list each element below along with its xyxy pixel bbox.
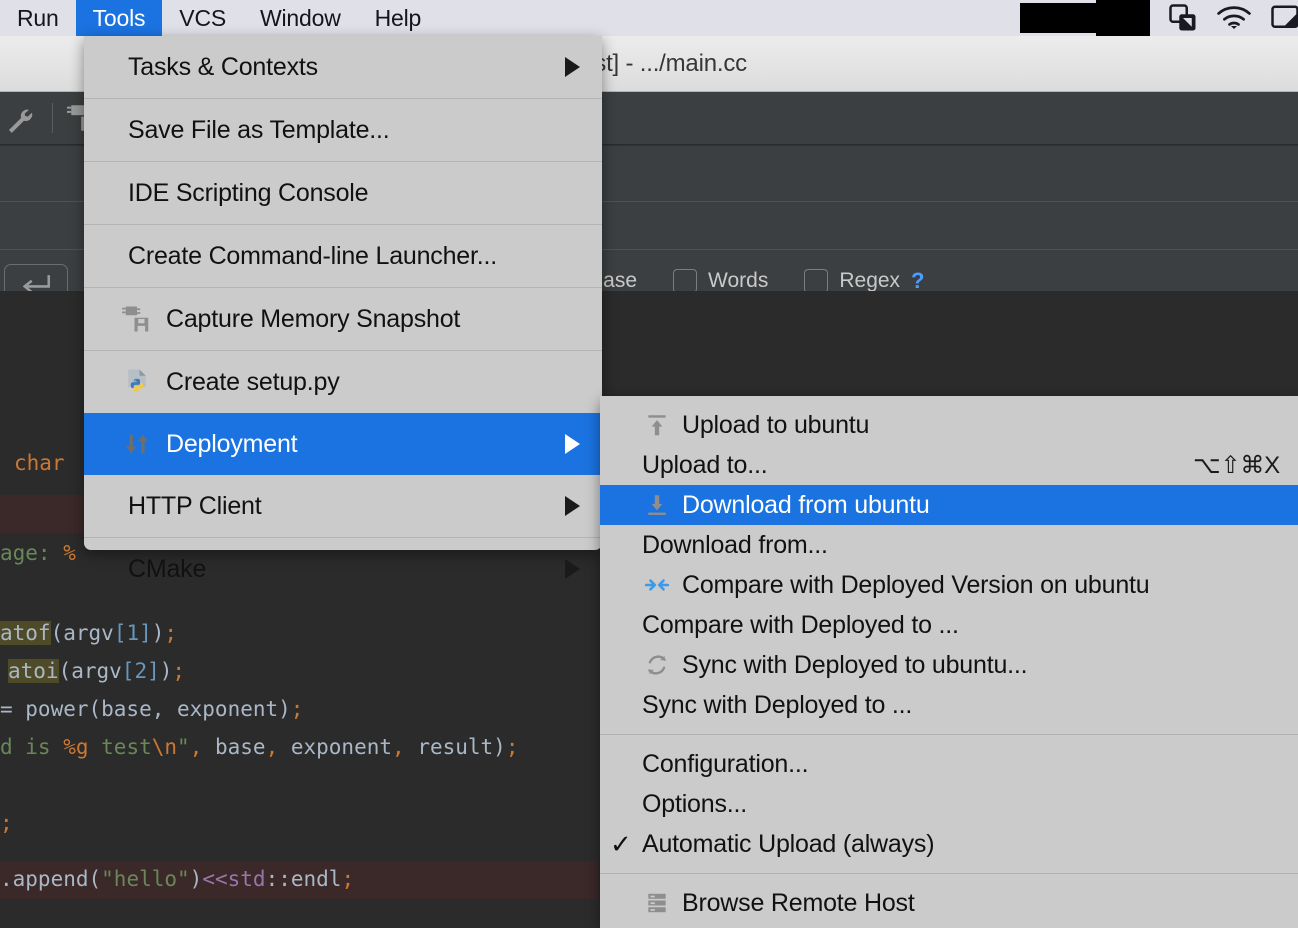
- menu-item-cmake-label: CMake: [128, 555, 206, 584]
- submenu-item-configuration[interactable]: Configuration...: [600, 744, 1298, 784]
- download-icon: [642, 490, 672, 520]
- sync-icon: [642, 650, 672, 680]
- deployment-submenu: Upload to ubuntu Upload to... ⌥⇧⌘X Downl…: [600, 396, 1298, 928]
- status-icons: [1020, 0, 1298, 36]
- submenu-item-automatic-upload[interactable]: ✓ Automatic Upload (always): [600, 824, 1298, 864]
- submenu-item-upload-to[interactable]: Upload to... ⌥⇧⌘X: [600, 445, 1298, 485]
- submenu-group-gap: [600, 874, 1298, 883]
- menu-item-capture-memory-snapshot[interactable]: Capture Memory Snapshot: [84, 288, 602, 350]
- submenu-group-gap: [600, 864, 1298, 873]
- submenu-item-configuration-label: Configuration...: [642, 750, 808, 779]
- chevron-right-icon: [565, 434, 580, 454]
- menu-item-http-client[interactable]: HTTP Client: [84, 475, 602, 537]
- option-regex-label: Regex: [839, 269, 900, 293]
- submenu-item-compare-with-deployed-version-on-ubuntu-label: Compare with Deployed Version on ubuntu: [682, 571, 1150, 600]
- submenu-item-download-from-ubuntu-label: Download from ubuntu: [682, 491, 930, 520]
- menu-bar-item-help[interactable]: Help: [358, 0, 439, 36]
- menu-bar-item-vcs-label: VCS: [179, 5, 226, 32]
- screen-mirroring-icon[interactable]: [1168, 3, 1198, 33]
- menu-item-ide-scripting-console[interactable]: IDE Scripting Console: [84, 162, 602, 224]
- code-line-printf: d is %g test\n", base, exponent, result)…: [0, 735, 518, 759]
- deployment-icon: [122, 429, 152, 459]
- submenu-item-options[interactable]: Options...: [600, 784, 1298, 824]
- chevron-right-icon: [565, 496, 580, 516]
- compare-icon: [642, 570, 672, 600]
- python-file-icon: [122, 367, 152, 397]
- submenu-item-browse-remote-host[interactable]: Browse Remote Host: [600, 883, 1298, 923]
- menu-item-cmake[interactable]: CMake: [84, 538, 602, 600]
- remote-host-icon: [642, 888, 672, 918]
- submenu-item-compare-with-deployed-to[interactable]: Compare with Deployed to ...: [600, 605, 1298, 645]
- submenu-item-browse-remote-host-label: Browse Remote Host: [682, 889, 915, 918]
- chevron-right-icon: [565, 559, 580, 579]
- submenu-item-compare-with-deployed-version-on-ubuntu[interactable]: Compare with Deployed Version on ubuntu: [600, 565, 1298, 605]
- menu-bar-item-window-label: Window: [260, 5, 341, 32]
- redaction-box: [1020, 3, 1096, 33]
- submenu-item-sync-with-deployed-to-ubuntu[interactable]: Sync with Deployed to ubuntu...: [600, 645, 1298, 685]
- submenu-item-upload-to-ubuntu-label: Upload to ubuntu: [682, 411, 869, 440]
- menu-item-create-command-line-launcher-label: Create Command-line Launcher...: [128, 242, 497, 271]
- checkbox-words[interactable]: [673, 269, 697, 293]
- submenu-item-sync-with-deployed-to[interactable]: Sync with Deployed to ...: [600, 685, 1298, 725]
- submenu-group-gap: [600, 725, 1298, 734]
- menu-item-tasks-and-contexts[interactable]: Tasks & Contexts: [84, 36, 602, 98]
- upload-icon: [642, 410, 672, 440]
- submenu-item-download-from-label: Download from...: [642, 531, 828, 560]
- code-line-append: .append("hello")<<std::endl;: [0, 867, 354, 891]
- wifi-icon[interactable]: [1216, 4, 1252, 32]
- submenu-item-compare-with-deployed-to-label: Compare with Deployed to ...: [642, 611, 959, 640]
- menu-item-capture-memory-snapshot-label: Capture Memory Snapshot: [166, 305, 460, 334]
- menu-bar-item-run[interactable]: Run: [0, 0, 76, 36]
- menu-bar-item-run-label: Run: [17, 5, 59, 32]
- submenu-item-upload-to-label: Upload to...: [642, 451, 767, 480]
- submenu-group-gap: [600, 735, 1298, 744]
- code-line-atof: atof(argv[1]);: [0, 621, 177, 645]
- menu-bar-item-window[interactable]: Window: [243, 0, 358, 36]
- submenu-item-automatic-upload-label: Automatic Upload (always): [642, 830, 934, 859]
- menu-bar: Run Tools VCS Window Help: [0, 0, 1298, 36]
- menu-bar-item-tools-label: Tools: [93, 5, 146, 32]
- redaction-box-2: [1096, 0, 1150, 36]
- submenu-item-options-label: Options...: [642, 790, 747, 819]
- menu-item-create-setup-py-label: Create setup.py: [166, 368, 340, 397]
- screen: s/Test] - .../main.cc: [0, 0, 1298, 928]
- menu-item-http-client-label: HTTP Client: [128, 492, 261, 521]
- menu-item-save-file-as-template-label: Save File as Template...: [128, 116, 390, 145]
- menu-item-create-command-line-launcher[interactable]: Create Command-line Launcher...: [84, 225, 602, 287]
- option-words-label: Words: [708, 269, 768, 293]
- display-icon[interactable]: [1270, 3, 1298, 33]
- menu-bar-items: Run Tools VCS Window Help: [0, 0, 438, 36]
- menu-item-save-file-as-template[interactable]: Save File as Template...: [84, 99, 602, 161]
- chevron-right-icon: [565, 57, 580, 77]
- menu-item-deployment[interactable]: Deployment: [84, 413, 602, 475]
- code-line-usage: age: %: [0, 541, 76, 565]
- submenu-item-download-from[interactable]: Download from...: [600, 525, 1298, 565]
- menu-bar-item-vcs[interactable]: VCS: [162, 0, 243, 36]
- checkbox-regex[interactable]: [804, 269, 828, 293]
- submenu-top-padding: [600, 396, 1298, 405]
- menu-item-create-setup-py[interactable]: Create setup.py: [84, 351, 602, 413]
- submenu-item-upload-to-ubuntu[interactable]: Upload to ubuntu: [600, 405, 1298, 445]
- submenu-item-sync-with-deployed-to-ubuntu-label: Sync with Deployed to ubuntu...: [682, 651, 1027, 680]
- menu-item-ide-scripting-console-label: IDE Scripting Console: [128, 179, 368, 208]
- code-line-char: char: [14, 451, 65, 475]
- menu-bar-item-help-label: Help: [375, 5, 422, 32]
- code-line-semicolon: ;: [0, 811, 13, 835]
- menu-bar-item-tools[interactable]: Tools: [76, 0, 163, 36]
- submenu-item-sync-with-deployed-to-label: Sync with Deployed to ...: [642, 691, 912, 720]
- wrench-icon[interactable]: [4, 101, 38, 135]
- tools-dropdown-menu: Tasks & Contexts Save File as Template..…: [84, 36, 602, 550]
- memory-snapshot-icon: [122, 304, 152, 334]
- toolbar-divider: [52, 103, 53, 133]
- code-line-power: = power(base, exponent);: [0, 697, 303, 721]
- checkmark-icon: ✓: [610, 829, 632, 860]
- option-words[interactable]: Words: [673, 269, 768, 293]
- menu-item-tasks-and-contexts-label: Tasks & Contexts: [128, 53, 318, 82]
- code-line-atoi: atoi(argv[2]);: [8, 659, 185, 683]
- submenu-item-upload-to-shortcut: ⌥⇧⌘X: [1193, 451, 1280, 480]
- menu-item-deployment-label: Deployment: [166, 430, 297, 459]
- submenu-item-download-from-ubuntu[interactable]: Download from ubuntu: [600, 485, 1298, 525]
